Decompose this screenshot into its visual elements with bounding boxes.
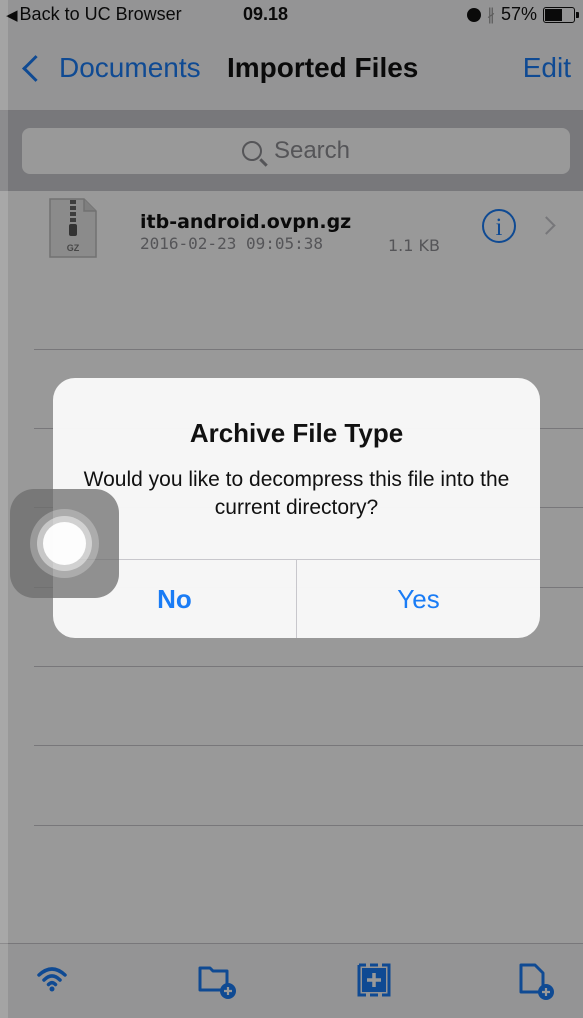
- yes-button[interactable]: Yes: [297, 560, 540, 638]
- alert-message: Would you like to decompress this file i…: [83, 468, 510, 519]
- assistive-touch-button[interactable]: [10, 489, 119, 598]
- archive-alert-dialog: Archive File Type Would you like to deco…: [53, 378, 540, 638]
- app-screen: ◀ Back to UC Browser 09.18 ∦ 57% Document…: [0, 0, 583, 1018]
- alert-title: Archive File Type: [189, 418, 404, 448]
- left-edge-strip: [0, 0, 8, 1018]
